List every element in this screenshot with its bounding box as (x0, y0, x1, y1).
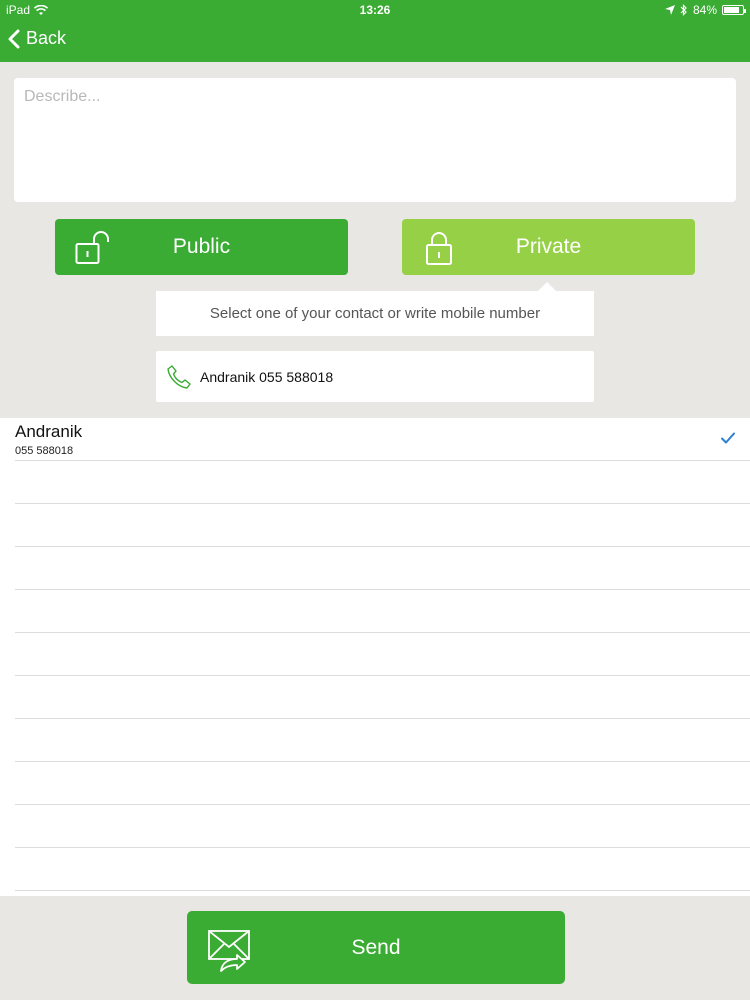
public-label: Public (172, 235, 231, 258)
back-label: Back (26, 28, 67, 48)
locked-padlock-icon (426, 232, 452, 265)
chevron-left-icon (8, 29, 20, 48)
empty-row (15, 762, 750, 805)
empty-row (15, 590, 750, 633)
status-time: 13:26 (359, 3, 391, 17)
send-label: Send (351, 935, 401, 959)
empty-row (15, 504, 750, 547)
describe-input[interactable] (14, 78, 736, 202)
navigation-bar: iPad 13:26 84% Back (0, 0, 750, 62)
empty-row (15, 676, 750, 719)
battery-fill (724, 7, 740, 13)
empty-row (15, 633, 750, 676)
bottom-bar: Send (0, 896, 750, 1000)
empty-row (15, 547, 750, 590)
send-envelope-icon (208, 930, 250, 972)
battery-percent: 84% (692, 3, 717, 17)
bluetooth-icon (680, 4, 687, 16)
status-right: 84% (664, 3, 746, 17)
public-button[interactable]: Public (55, 219, 348, 275)
checkmark-icon (721, 432, 735, 444)
empty-row (15, 805, 750, 848)
contact-number: 055 588018 (15, 445, 74, 457)
empty-row (15, 719, 750, 762)
private-label: Private (515, 235, 582, 258)
contact-hint-popover: Select one of your contact or write mobi… (156, 282, 594, 336)
location-arrow-icon (664, 5, 675, 15)
send-button[interactable]: Send (187, 911, 565, 984)
unlocked-padlock-icon (75, 231, 109, 264)
status-bar: iPad 13:26 84% (0, 0, 750, 20)
battery-icon (722, 5, 746, 15)
popover-arrow (538, 282, 556, 291)
contact-hint-text: Select one of your contact or write mobi… (209, 305, 541, 322)
contact-field-value: Andranik 055 588018 (200, 368, 334, 385)
private-button[interactable]: Private (402, 219, 695, 275)
contact-row[interactable]: Andranik 055 588018 (15, 418, 750, 461)
empty-row (15, 461, 750, 504)
empty-row (15, 848, 750, 891)
contact-name: Andranik (15, 422, 83, 441)
contact-list: Andranik 055 588018 (0, 418, 750, 896)
contact-field[interactable]: Andranik 055 588018 (156, 351, 594, 402)
back-button[interactable]: Back (8, 28, 66, 49)
phone-icon (167, 364, 191, 389)
